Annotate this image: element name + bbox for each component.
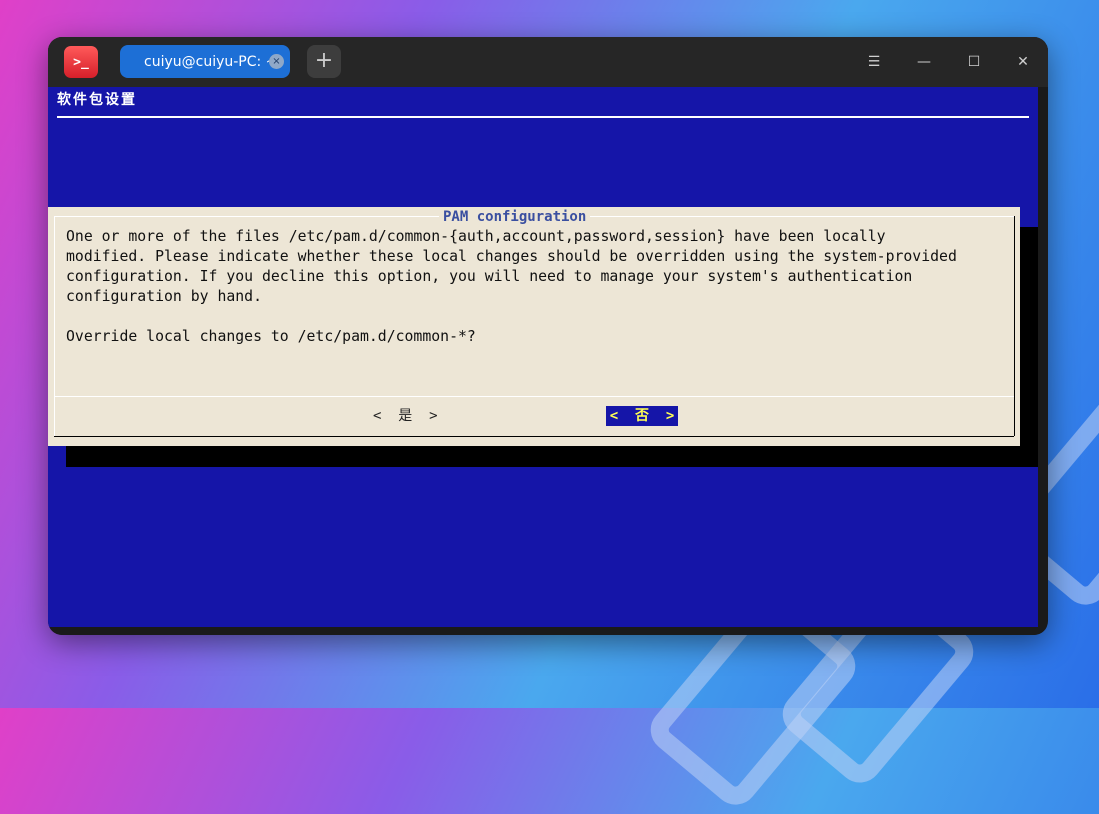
dialog-separator <box>54 396 1014 397</box>
dialog-shadow <box>1020 227 1038 467</box>
new-tab-button[interactable]: + <box>307 45 341 78</box>
dialog-shadow <box>66 446 1038 467</box>
menu-icon[interactable]: ☰ <box>862 50 886 74</box>
window-bottom-edge <box>48 627 1048 635</box>
dialog-border <box>54 436 1014 437</box>
terminal-tab[interactable]: cuiyu@cuiyu-PC: ~ × <box>120 45 290 78</box>
maximize-icon[interactable]: ☐ <box>962 50 986 74</box>
pam-configuration-dialog: PAM configuration One or more of the fil… <box>48 207 1020 446</box>
dialog-message: One or more of the files /etc/pam.d/comm… <box>66 228 957 345</box>
divider <box>57 116 1029 118</box>
terminal-app-icon[interactable]: >_ <box>64 46 98 78</box>
terminal-screen[interactable]: 软件包设置 PAM configuration One or more of t… <box>48 87 1038 627</box>
terminal-window: >_ cuiyu@cuiyu-PC: ~ × + ☰ — ☐ ✕ 软件包设置 P… <box>48 37 1048 635</box>
minimize-icon[interactable]: — <box>912 50 936 74</box>
titlebar: >_ cuiyu@cuiyu-PC: ~ × + ☰ — ☐ ✕ <box>48 37 1048 87</box>
screen-title: 软件包设置 <box>57 92 137 108</box>
dialog-border <box>54 216 55 436</box>
tab-close-icon[interactable]: × <box>269 54 284 69</box>
no-button[interactable]: < 否 > <box>606 406 678 426</box>
dialog-title: PAM configuration <box>439 207 591 227</box>
tab-label: cuiyu@cuiyu-PC: ~ <box>144 53 278 70</box>
close-icon[interactable]: ✕ <box>1011 50 1035 74</box>
dialog-border <box>1014 216 1015 436</box>
yes-button[interactable]: < 是 > <box>373 406 438 426</box>
